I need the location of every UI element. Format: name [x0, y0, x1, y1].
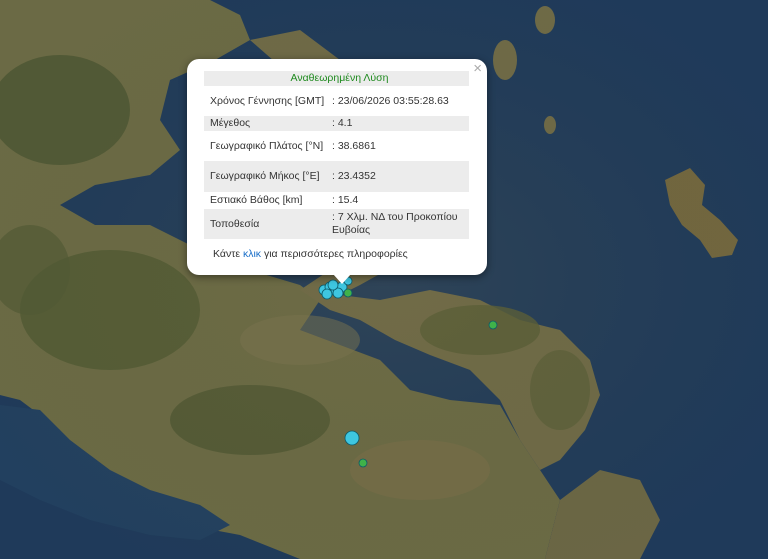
origin-time-label: Χρόνος Γέννησης [GMT]: [210, 94, 325, 107]
earthquake-marker[interactable]: [344, 430, 360, 446]
more-info-line: Κάντε κλικ για περισσότερες πληροφορίες: [213, 248, 408, 260]
earthquake-marker[interactable]: [358, 458, 368, 468]
earthquake-marker[interactable]: [343, 288, 353, 298]
longitude-value: : 23.4352: [328, 161, 469, 192]
earthquake-marker[interactable]: [321, 288, 333, 300]
close-icon[interactable]: ×: [473, 61, 482, 77]
more-info-prefix: Κάντε: [213, 248, 243, 260]
location-value: : 7 Χλμ. ΝΔ του Προκοπίου Ευβοίας: [328, 209, 469, 239]
magnitude-label: Μέγεθος: [204, 116, 328, 131]
map-view[interactable]: × Αναθεωρημένη Λύση Χρόνος Γέννησης [GMT…: [0, 0, 768, 559]
earthquake-marker[interactable]: [488, 320, 498, 330]
more-info-link[interactable]: κλικ: [243, 248, 261, 260]
earthquake-details-table: Αναθεωρημένη Λύση Χρόνος Γέννησης [GMT]:…: [204, 71, 469, 239]
earthquake-info-popup: × Αναθεωρημένη Λύση Χρόνος Γέννησης [GMT…: [187, 59, 487, 284]
longitude-label: Γεωγραφικό Μήκος [°E]: [204, 161, 328, 192]
location-label: Τοποθεσία: [204, 209, 328, 239]
magnitude-value: : 4.1: [328, 116, 469, 131]
popup-pointer: [333, 274, 351, 284]
depth-label: Εστιακό Βάθος [km]: [210, 194, 303, 206]
popup-header: Αναθεωρημένη Λύση: [204, 71, 469, 86]
origin-time-value: : 23/06/2026 03:55:28.63: [332, 94, 449, 107]
latitude-value: : 38.6861: [332, 139, 376, 152]
more-info-suffix: για περισσότερες πληροφορίες: [261, 248, 408, 260]
depth-value: : 15.4: [332, 194, 359, 206]
latitude-label: Γεωγραφικό Πλάτος [°N]: [210, 139, 324, 152]
